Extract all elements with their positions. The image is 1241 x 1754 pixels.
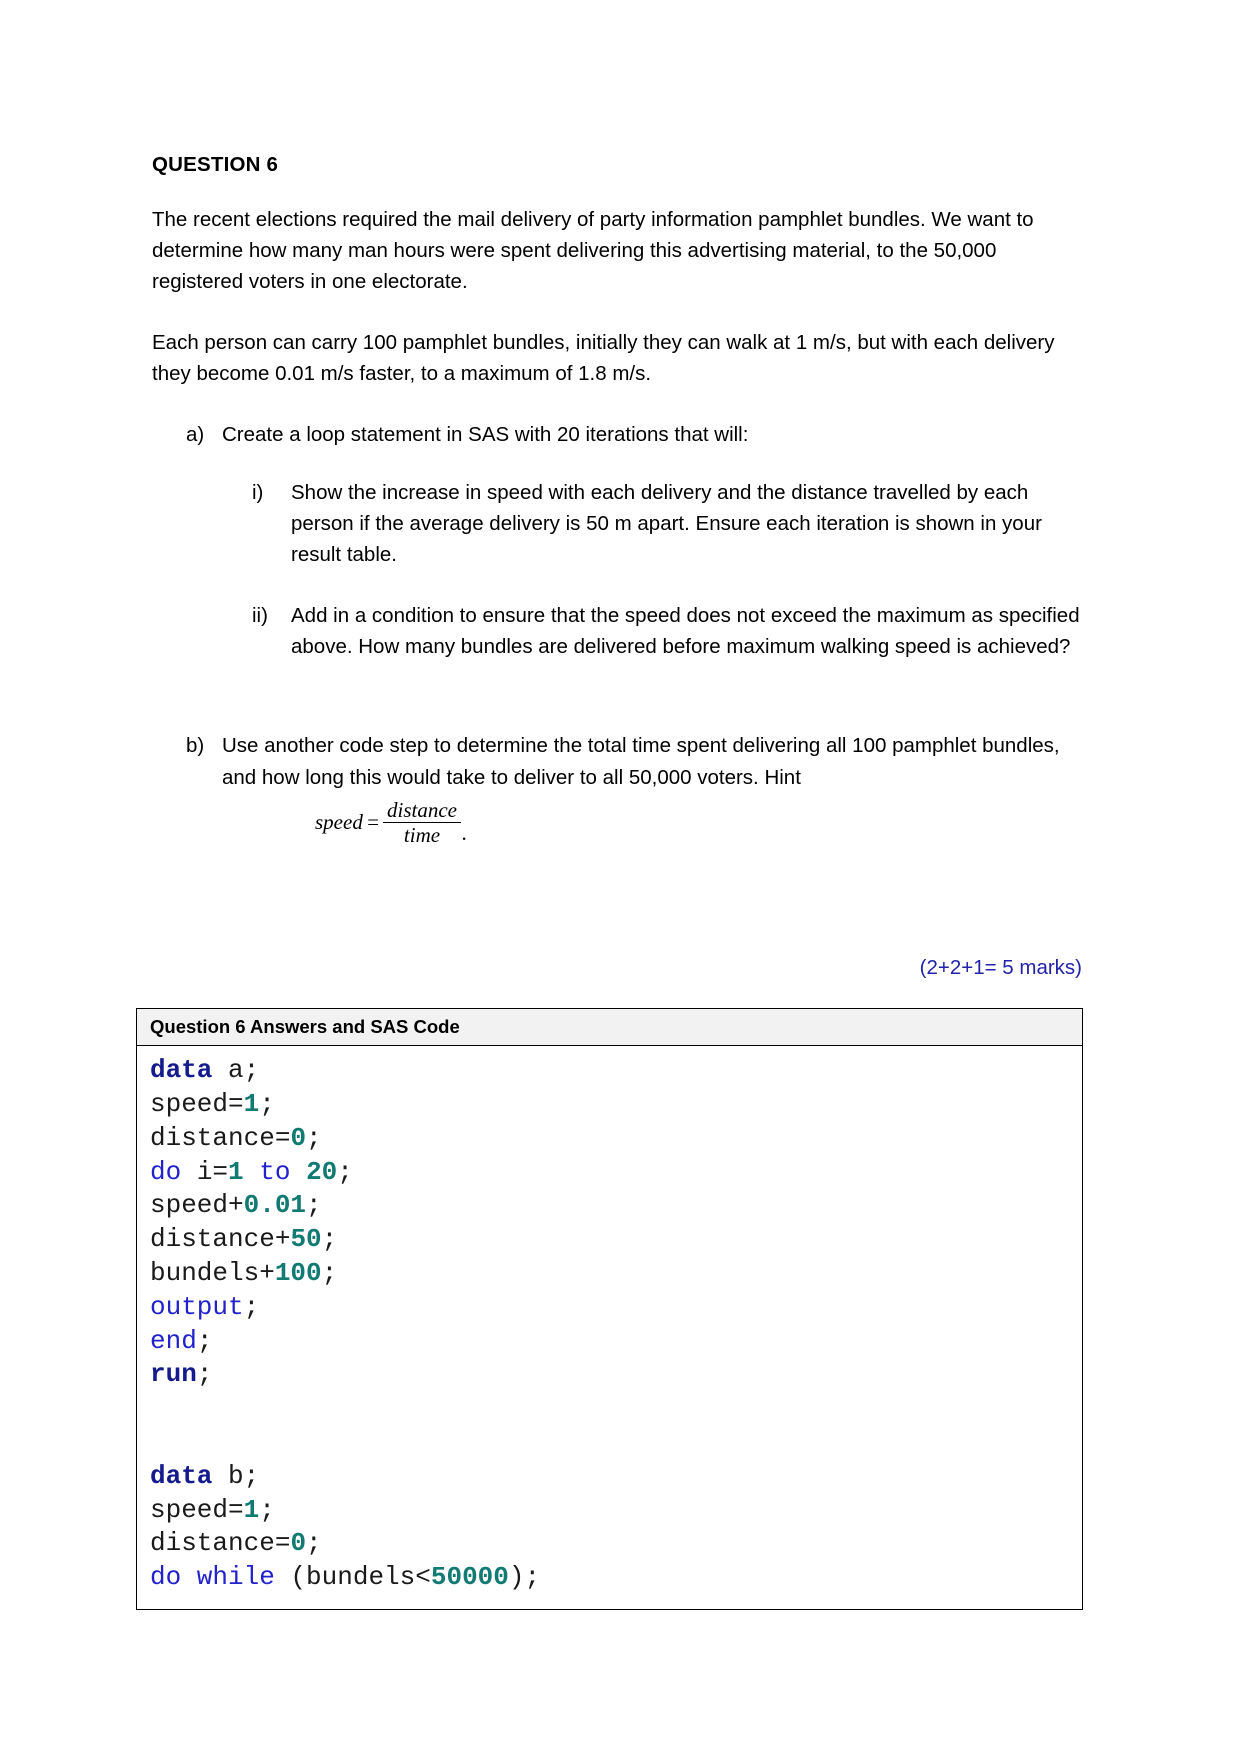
sas-token: speed+ (150, 1190, 244, 1221)
sas-token: ; (196, 1359, 213, 1390)
sas-token: speed= (150, 1494, 244, 1525)
question-marker-b: b) (186, 734, 205, 758)
sas-token: ; (243, 1291, 260, 1322)
subquestion-marker-ii: ii) (252, 604, 268, 628)
sas-token: end (150, 1325, 197, 1356)
sas-token: ; (259, 1494, 275, 1525)
sas-token: ; (306, 1190, 322, 1221)
sas-token: do (150, 1156, 182, 1187)
sas-token: 50 (290, 1224, 322, 1255)
sas-token: ; (259, 1088, 275, 1119)
sas-token: ; (321, 1224, 338, 1255)
sas-token: ; (196, 1325, 213, 1356)
sas-token: ; (306, 1528, 322, 1559)
formula-denominator: time (403, 823, 441, 848)
sas-token: 0 (290, 1122, 307, 1153)
subquestion-list: i) Show the increase in speed with each … (222, 477, 1089, 663)
sas-token: 50000 (430, 1562, 509, 1593)
sas-token: 0.01 (243, 1190, 307, 1221)
question-marker-a: a) (186, 423, 205, 447)
intro-paragraph-2: Each person can carry 100 pamphlet bundl… (152, 331, 1055, 386)
document-content: QUESTION 6 The recent elections required… (136, 152, 1089, 1610)
answer-table-header: Question 6 Answers and SAS Code (137, 1009, 1082, 1047)
sas-code-block[interactable]: data a; speed=1; distance=0; do i=1 to 2… (150, 1054, 1070, 1595)
speed-formula: speed = distance time . (315, 799, 1089, 847)
sas-token: 1 (243, 1088, 260, 1119)
sas-token: ); (508, 1562, 541, 1593)
question-item-a: a) Create a loop statement in SAS with 2… (152, 419, 1089, 662)
intro-paragraph-1: The recent elections required the mail d… (152, 207, 1034, 293)
sas-token: output (150, 1291, 244, 1322)
sas-token: data (150, 1460, 213, 1491)
sas-token: speed= (150, 1088, 244, 1119)
sas-token: 20 (306, 1156, 338, 1187)
question-item-b: b) Use another code step to determine th… (152, 730, 1089, 846)
sas-token: ; (337, 1156, 353, 1187)
question-list: a) Create a loop statement in SAS with 2… (152, 419, 1089, 846)
question-text-b: Use another code step to determine the t… (222, 734, 1060, 789)
sas-token: to (259, 1156, 291, 1187)
formula-lhs: speed (315, 809, 363, 834)
sas-token: (bundels< (274, 1562, 431, 1593)
sas-token: 1 (228, 1156, 244, 1187)
sas-token: data (150, 1055, 213, 1086)
answer-table-body[interactable]: data a; speed=1; distance=0; do i=1 to 2… (137, 1046, 1082, 1609)
sas-token: 100 (274, 1257, 322, 1288)
document-page: QUESTION 6 The recent elections required… (0, 0, 1241, 1754)
formula-equals: = (365, 809, 380, 834)
sas-token: ; (321, 1257, 338, 1288)
sas-token: bundels+ (150, 1257, 275, 1288)
sas-token: ; (306, 1122, 322, 1153)
sas-token (244, 1157, 260, 1187)
sas-token: 1 (243, 1494, 260, 1525)
page-title: QUESTION 6 (152, 153, 279, 176)
subquestion-marker-i: i) (252, 480, 264, 504)
subquestion-text-i: Show the increase in speed with each del… (291, 480, 1042, 566)
sas-token (290, 1157, 306, 1187)
marks-annotation: (2+2+1= 5 marks) (919, 956, 1082, 980)
sas-token: distance+ (150, 1224, 291, 1255)
sas-token: a; (212, 1055, 260, 1086)
formula-fraction: distance time (383, 799, 461, 846)
sas-token: distance= (150, 1528, 291, 1559)
question-text-a: Create a loop statement in SAS with 20 i… (222, 423, 749, 447)
sas-token: distance= (150, 1122, 291, 1153)
subquestion-item-i: i) Show the increase in speed with each … (222, 477, 1089, 570)
sas-token: b; (212, 1460, 260, 1491)
sas-token: 0 (290, 1528, 307, 1559)
formula-period: . (461, 821, 468, 846)
answer-table: Question 6 Answers and SAS Code data a; … (136, 1008, 1083, 1610)
subquestion-item-ii: ii) Add in a condition to ensure that th… (222, 600, 1089, 662)
sas-token: i= (181, 1156, 229, 1187)
sas-token: run (150, 1359, 197, 1390)
subquestion-text-ii: Add in a condition to ensure that the sp… (291, 604, 1080, 659)
sas-token: do while (150, 1562, 275, 1593)
formula-numerator: distance (387, 797, 457, 822)
